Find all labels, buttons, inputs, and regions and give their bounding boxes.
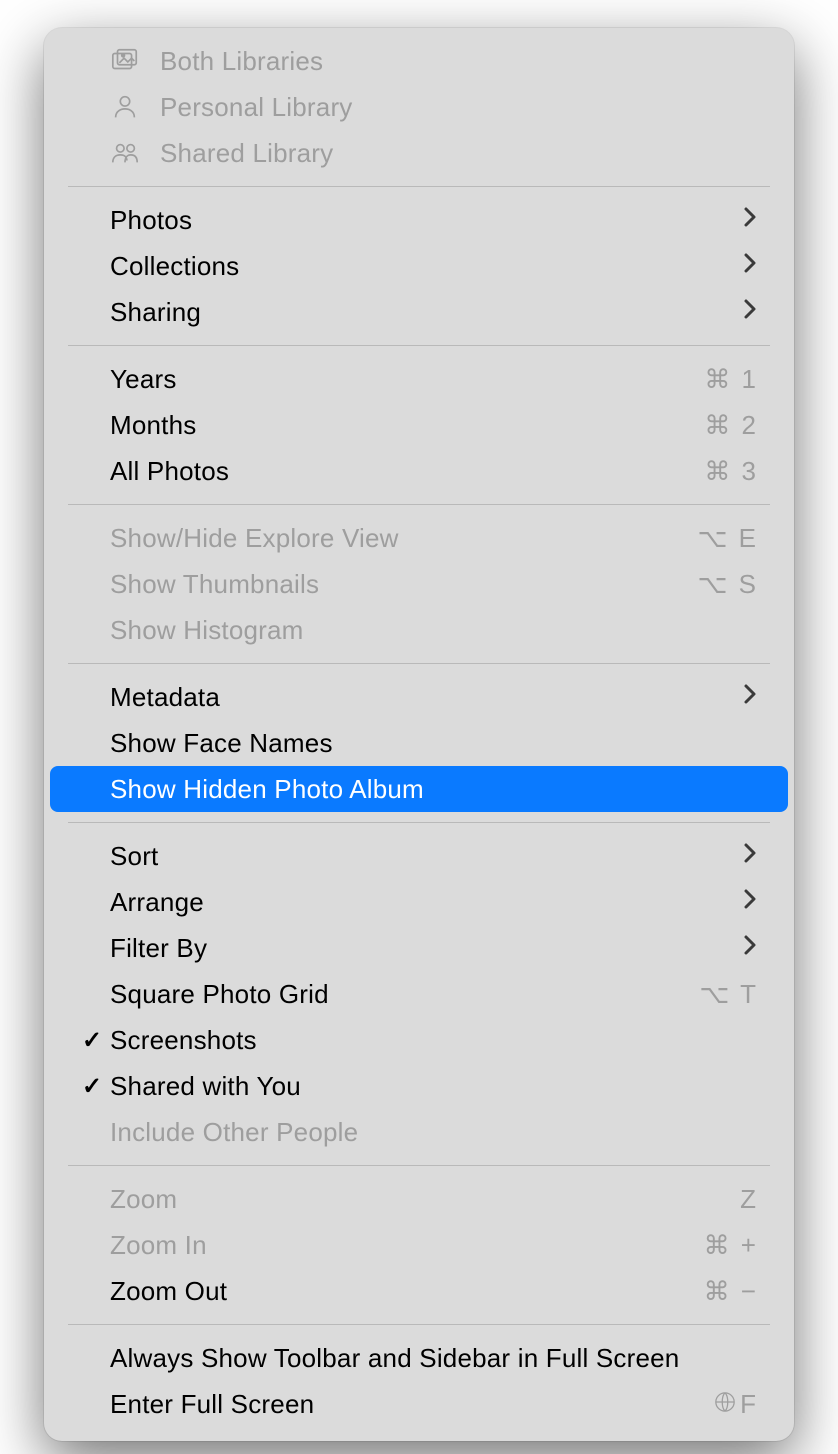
menu-item-include-other-people: Include Other People [50, 1109, 788, 1155]
menu-item-hidden-album[interactable]: Show Hidden Photo Album [50, 766, 788, 812]
menu-label: Include Other People [110, 1117, 758, 1148]
shortcut-key: F [740, 1389, 758, 1420]
menu-item-zoom-in: Zoom In ⌘ + [50, 1222, 788, 1268]
menu-label: Personal Library [160, 92, 758, 123]
separator [68, 186, 770, 187]
menu-label: Months [110, 410, 704, 441]
menu-label: Show Face Names [110, 728, 758, 759]
separator [68, 822, 770, 823]
chevron-right-icon [742, 251, 758, 282]
shortcut: ⌘ 3 [704, 456, 758, 487]
menu-item-collections[interactable]: Collections [50, 243, 788, 289]
view-menu: Both Libraries Personal Library Shared L… [44, 28, 794, 1441]
menu-label: Metadata [110, 682, 742, 713]
chevron-right-icon [742, 205, 758, 236]
menu-label: Sharing [110, 297, 742, 328]
menu-item-filter-by[interactable]: Filter By [50, 925, 788, 971]
check-icon: ✓ [82, 1026, 110, 1055]
people-icon [110, 138, 160, 168]
chevron-right-icon [742, 887, 758, 918]
menu-item-face-names[interactable]: Show Face Names [50, 720, 788, 766]
menu-item-both-libraries: Both Libraries [50, 38, 788, 84]
menu-label: Square Photo Grid [110, 979, 699, 1010]
shortcut: ⌘ 2 [704, 410, 758, 441]
chevron-right-icon [742, 841, 758, 872]
check-icon: ✓ [82, 1072, 110, 1101]
globe-icon [714, 1389, 736, 1420]
chevron-right-icon [742, 933, 758, 964]
menu-item-screenshots[interactable]: ✓ Screenshots [50, 1017, 788, 1063]
shortcut: ⌘ 1 [704, 364, 758, 395]
menu-label: Show Hidden Photo Album [110, 774, 758, 805]
menu-label: Always Show Toolbar and Sidebar in Full … [110, 1343, 758, 1374]
menu-item-personal-library: Personal Library [50, 84, 788, 130]
menu-item-shared-with-you[interactable]: ✓ Shared with You [50, 1063, 788, 1109]
separator [68, 1165, 770, 1166]
menu-item-years[interactable]: Years ⌘ 1 [50, 356, 788, 402]
separator [68, 1324, 770, 1325]
libraries-icon [110, 46, 160, 76]
menu-label: Years [110, 364, 704, 395]
menu-label: Shared Library [160, 138, 758, 169]
menu-label: Filter By [110, 933, 742, 964]
menu-label: Enter Full Screen [110, 1389, 714, 1420]
menu-label: Zoom Out [110, 1276, 704, 1307]
menu-label: Photos [110, 205, 742, 236]
menu-item-square-grid[interactable]: Square Photo Grid ⌥ T [50, 971, 788, 1017]
menu-label: All Photos [110, 456, 704, 487]
shortcut: ⌥ T [699, 979, 758, 1010]
menu-item-enter-full-screen[interactable]: Enter Full Screen F [50, 1381, 788, 1427]
menu-item-months[interactable]: Months ⌘ 2 [50, 402, 788, 448]
chevron-right-icon [742, 682, 758, 713]
shortcut: Z [740, 1184, 758, 1215]
menu-label: Shared with You [110, 1071, 758, 1102]
menu-label: Show/Hide Explore View [110, 523, 697, 554]
menu-item-metadata[interactable]: Metadata [50, 674, 788, 720]
menu-item-zoom: Zoom Z [50, 1176, 788, 1222]
menu-item-sharing[interactable]: Sharing [50, 289, 788, 335]
menu-label: Show Thumbnails [110, 569, 697, 600]
menu-item-zoom-out[interactable]: Zoom Out ⌘ − [50, 1268, 788, 1314]
menu-label: Zoom [110, 1184, 740, 1215]
separator [68, 345, 770, 346]
shortcut: ⌥ S [697, 569, 758, 600]
shortcut: F [714, 1389, 758, 1420]
menu-item-arrange[interactable]: Arrange [50, 879, 788, 925]
menu-label: Show Histogram [110, 615, 758, 646]
menu-item-explore-view: Show/Hide Explore View ⌥ E [50, 515, 788, 561]
menu-label: Zoom In [110, 1230, 704, 1261]
shortcut: ⌘ − [704, 1276, 758, 1307]
menu-item-histogram: Show Histogram [50, 607, 788, 653]
menu-label: Arrange [110, 887, 742, 918]
menu-item-thumbnails: Show Thumbnails ⌥ S [50, 561, 788, 607]
person-icon [110, 92, 160, 122]
shortcut: ⌘ + [704, 1230, 758, 1261]
shortcut: ⌥ E [697, 523, 758, 554]
separator [68, 504, 770, 505]
menu-item-shared-library: Shared Library [50, 130, 788, 176]
menu-label: Sort [110, 841, 742, 872]
separator [68, 663, 770, 664]
menu-label: Screenshots [110, 1025, 758, 1056]
chevron-right-icon [742, 297, 758, 328]
menu-item-all-photos[interactable]: All Photos ⌘ 3 [50, 448, 788, 494]
menu-item-always-show-toolbar[interactable]: Always Show Toolbar and Sidebar in Full … [50, 1335, 788, 1381]
menu-label: Both Libraries [160, 46, 758, 77]
menu-item-photos[interactable]: Photos [50, 197, 788, 243]
menu-item-sort[interactable]: Sort [50, 833, 788, 879]
menu-label: Collections [110, 251, 742, 282]
